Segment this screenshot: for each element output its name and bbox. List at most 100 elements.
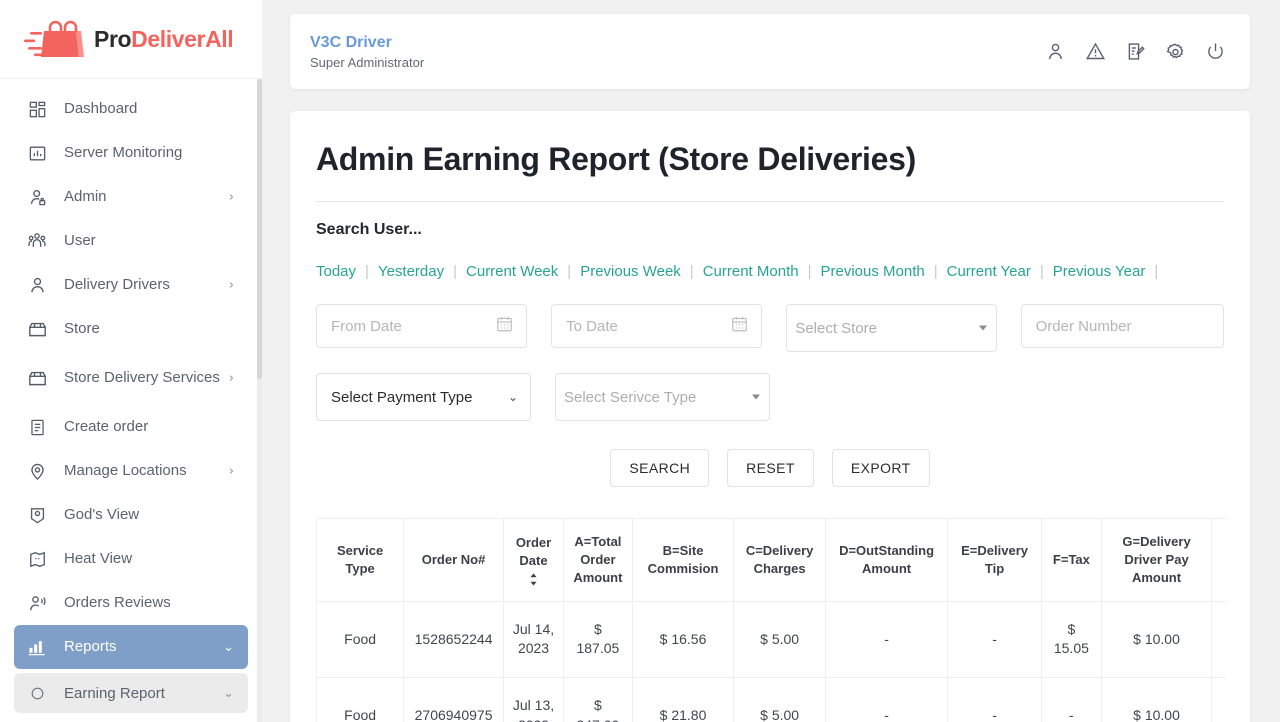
column-header-order-date-label: Order Date	[515, 534, 552, 568]
cell-site-commision: $ 21.80	[631, 676, 735, 722]
report-table-body: Food 1528652244 Jul 14, 2023 $ 187.05 $ …	[316, 600, 1226, 722]
order-number-input[interactable]: Order Number	[1020, 304, 1224, 348]
app-logo[interactable]: ProDeliverAll	[0, 0, 262, 79]
quick-filter-current-year[interactable]: Current Year	[947, 263, 1031, 280]
sidebar: ProDeliverAll Dashboard Server Monitorin…	[0, 0, 262, 722]
filter-row-2: Select Payment Type ⌄ Select Serivce Typ…	[316, 373, 1224, 421]
select-store-value: Select Store	[795, 319, 878, 337]
quick-filter-previous-month[interactable]: Previous Month	[820, 263, 924, 280]
person-voice-icon	[26, 592, 48, 614]
chevron-down-icon: ⌄	[223, 685, 234, 701]
sidebar-item-server-monitoring[interactable]: Server Monitoring	[14, 131, 248, 175]
sidebar-item-delivery-drivers[interactable]: Delivery Drivers ›	[14, 263, 248, 307]
cell-admin-earning-amount: - $ 3.49	[1211, 600, 1226, 679]
divider: |	[933, 263, 938, 280]
sort-icon[interactable]	[528, 573, 539, 586]
sidebar-item-label: Delivery Drivers	[64, 276, 170, 294]
select-payment-type-dropdown[interactable]: Select Payment Type	[316, 373, 531, 421]
quick-filter-yesterday[interactable]: Yesterday	[378, 263, 444, 280]
column-header-delivery-charges[interactable]: C=Delivery Charges	[733, 518, 826, 602]
select-service-type-dropdown[interactable]: Select Serivce Type	[555, 373, 770, 421]
sidebar-item-orders-reviews[interactable]: Orders Reviews	[14, 581, 248, 625]
warning-icon[interactable]	[1082, 39, 1108, 65]
chevron-right-icon: ›	[228, 189, 234, 205]
to-date-placeholder: To Date	[566, 317, 618, 335]
person-icon	[26, 274, 48, 296]
current-user-name[interactable]: V3C Driver	[310, 33, 1042, 53]
store-icon	[26, 318, 48, 340]
sidebar-scrollbar-thumb[interactable]	[257, 79, 262, 379]
column-header-site-commision[interactable]: B=Site Commision	[631, 518, 735, 602]
users-icon	[26, 230, 48, 252]
sidebar-item-heat-view[interactable]: Heat View	[14, 537, 248, 581]
filter-form: From Date To Date Select Store Order Num…	[316, 304, 1224, 421]
sidebar-item-label: Reports	[64, 638, 117, 656]
sidebar-item-gods-view[interactable]: God's View	[14, 493, 248, 537]
sidebar-subitem-earning-report[interactable]: Earning Report ⌄	[14, 673, 248, 713]
cell-delivery-tip: -	[947, 600, 1042, 679]
column-header-delivery-tip[interactable]: E=Delivery Tip	[947, 518, 1042, 602]
calendar-icon[interactable]	[495, 315, 514, 338]
cell-tax: -	[1040, 676, 1103, 722]
export-button[interactable]: EXPORT	[831, 449, 930, 487]
cell-site-commision: $ 16.56	[631, 600, 735, 679]
sidebar-item-admin[interactable]: Admin ›	[14, 175, 248, 219]
to-date-input[interactable]: To Date	[551, 304, 763, 348]
select-store-dropdown[interactable]: Select Store	[786, 304, 997, 352]
cell-delivery-tip: -	[947, 676, 1042, 722]
caret-down-icon	[978, 325, 987, 331]
reset-button[interactable]: RESET	[727, 449, 814, 487]
cell-order-no: 1528652244	[403, 600, 504, 679]
sidebar-item-manage-locations[interactable]: Manage Locations ›	[14, 449, 248, 493]
quick-filter-current-month[interactable]: Current Month	[703, 263, 799, 280]
cell-total-order-amount: $ 187.05	[563, 600, 633, 679]
sidebar-item-dashboard[interactable]: Dashboard	[14, 87, 248, 131]
chevron-right-icon: ›	[228, 463, 234, 479]
chevron-right-icon: ›	[228, 277, 234, 293]
column-header-outstanding-amount[interactable]: D=OutStanding Amount	[824, 518, 949, 602]
from-date-placeholder: From Date	[331, 317, 402, 335]
logo-text: ProDeliverAll	[94, 26, 234, 53]
divider: |	[365, 263, 369, 280]
sidebar-subitem-label: Earning Report	[64, 684, 165, 702]
map-pin-icon	[26, 460, 48, 482]
bar-chart-icon	[26, 142, 48, 164]
quick-filter-current-week[interactable]: Current Week	[466, 263, 558, 280]
table-row[interactable]: Food 2706940975 Jul 13, 2023 $ 247.00 $ …	[316, 676, 1226, 722]
current-user-role: Super Administrator	[310, 55, 425, 70]
quick-filter-today[interactable]: Today	[316, 263, 356, 280]
quick-filter-previous-week[interactable]: Previous Week	[580, 263, 681, 280]
column-header-order-date[interactable]: Order Date	[502, 518, 565, 602]
column-header-order-no[interactable]: Order No#	[403, 518, 504, 602]
column-header-admin-earning-amount[interactable]: H=Admin Earning Amount	[1211, 518, 1226, 602]
column-header-driver-pay-amount[interactable]: G=Delivery Driver Pay Amount	[1100, 518, 1213, 602]
search-user-label[interactable]: Search User...	[316, 221, 1224, 239]
gear-icon[interactable]	[1162, 39, 1188, 65]
column-header-total-order-amount[interactable]: A=Total Order Amount	[563, 518, 633, 602]
sidebar-item-user[interactable]: User	[14, 219, 248, 263]
search-button[interactable]: SEARCH	[610, 449, 710, 487]
report-table-wrapper[interactable]: Service Type Order No# Order Date A=Tota…	[316, 518, 1226, 722]
column-header-service-type[interactable]: Service Type	[316, 518, 405, 602]
sidebar-scrollbar[interactable]	[257, 79, 262, 722]
power-icon[interactable]	[1202, 39, 1228, 65]
calendar-icon[interactable]	[730, 315, 749, 338]
sidebar-item-store-delivery-services[interactable]: Store Delivery Services ›	[14, 351, 248, 405]
table-row[interactable]: Food 1528652244 Jul 14, 2023 $ 187.05 $ …	[316, 600, 1226, 679]
top-bar-actions	[1042, 39, 1228, 65]
edit-document-icon[interactable]	[1122, 39, 1148, 65]
sidebar-item-create-order[interactable]: Create order	[14, 405, 248, 449]
cell-total-order-amount: $ 247.00	[563, 676, 633, 722]
account-icon[interactable]	[1042, 39, 1068, 65]
store-icon	[26, 367, 48, 389]
from-date-input[interactable]: From Date	[316, 304, 528, 348]
sidebar-item-reports[interactable]: Reports ⌄	[14, 625, 248, 669]
sidebar-item-store[interactable]: Store	[14, 307, 248, 351]
report-card: Admin Earning Report (Store Deliveries) …	[290, 111, 1250, 722]
grid-icon	[26, 98, 48, 120]
quick-filter-previous-year[interactable]: Previous Year	[1053, 263, 1146, 280]
select-service-type-value: Select Serivce Type	[564, 388, 697, 406]
cell-outstanding-amount: -	[824, 676, 949, 722]
column-header-tax[interactable]: F=Tax	[1040, 518, 1103, 602]
circle-icon	[26, 682, 48, 704]
